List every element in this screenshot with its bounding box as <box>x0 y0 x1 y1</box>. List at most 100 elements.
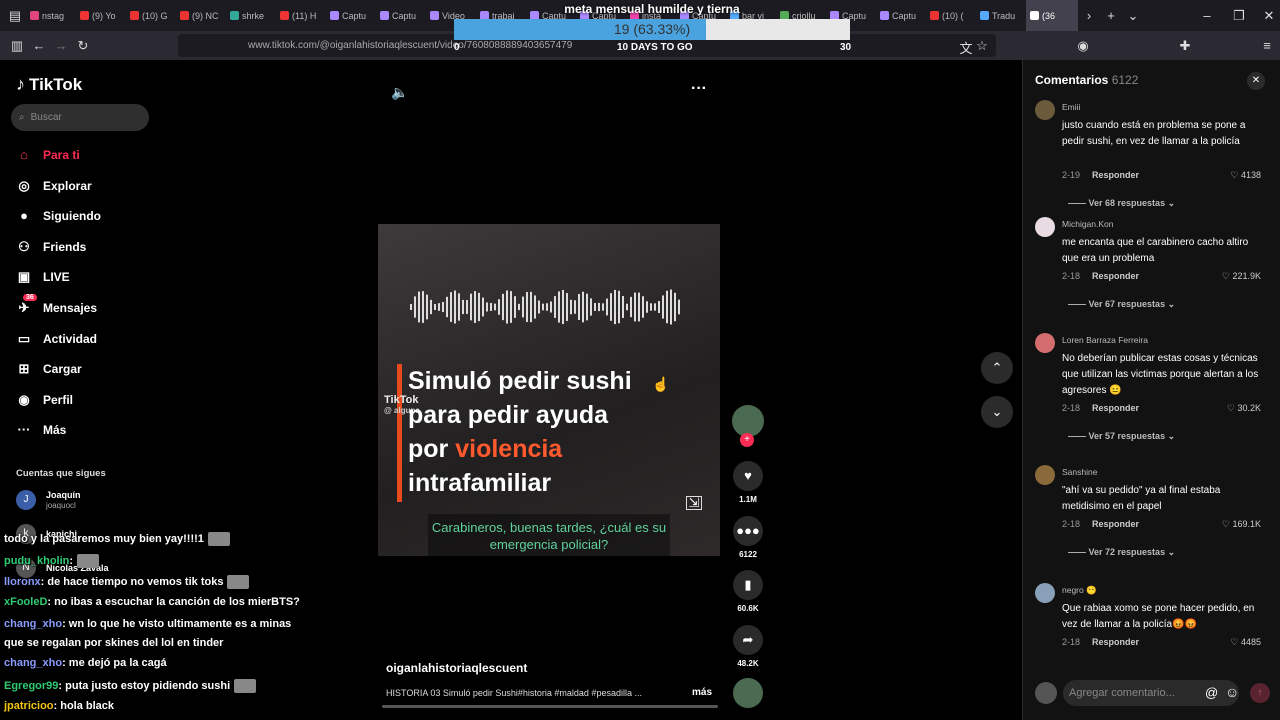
browser-tab[interactable]: Captu <box>326 0 376 31</box>
waveform-bar <box>650 303 652 311</box>
tab-label: Captu <box>342 10 367 21</box>
comment-like-button[interactable]: ♡ 169.1K <box>1222 519 1261 530</box>
tab-list-icon[interactable]: ▤ <box>4 8 26 24</box>
browser-tab[interactable]: (9) NC <box>176 0 226 31</box>
mention-icon[interactable]: @ <box>1205 685 1218 700</box>
browser-tab[interactable]: Tradu <box>976 0 1026 31</box>
follow-plus-icon[interactable]: + <box>740 433 754 447</box>
view-replies-button[interactable]: —— Ver 67 respuestas ⌄ <box>1068 299 1175 310</box>
sidebar-item-perfil[interactable]: ◉ Perfil <box>16 392 73 408</box>
view-replies-button[interactable]: —— Ver 68 respuestas ⌄ <box>1068 198 1175 209</box>
comment-like-button[interactable]: ♡ 4138 <box>1230 170 1261 181</box>
comment-like-button[interactable]: ♡ 30.2K <box>1227 403 1261 414</box>
close-icon[interactable]: ✕ <box>1247 72 1265 90</box>
browser-tab[interactable]: (9) Yo <box>76 0 126 31</box>
video-progress-bar[interactable] <box>382 705 718 708</box>
search-input[interactable]: ⌕ Buscar <box>11 104 149 131</box>
bookmark-star-icon[interactable]: ☆ <box>971 38 993 54</box>
share-button[interactable]: ➦ 48.2K <box>731 625 765 668</box>
chat-username: jpatricioo <box>4 700 54 712</box>
reply-button[interactable]: Responder <box>1092 170 1139 180</box>
view-replies-button[interactable]: —— Ver 57 respuestas ⌄ <box>1068 431 1175 442</box>
sidebar-item-para-ti[interactable]: ⌂ Para ti <box>16 147 80 163</box>
browser-tab[interactable]: Captu <box>376 0 426 31</box>
account-icon[interactable]: ◉ <box>1072 38 1094 54</box>
browser-tab[interactable]: Captu <box>876 0 926 31</box>
emoji-icon[interactable]: ☺ <box>1225 684 1239 700</box>
reply-button[interactable]: Responder <box>1092 637 1139 647</box>
browser-tab[interactable]: (10) G <box>126 0 176 31</box>
tab-scroll-icon[interactable]: › <box>1078 8 1100 23</box>
avatar[interactable] <box>1035 583 1055 603</box>
chat-message: chang_xho: wn lo que he visto ultimament… <box>4 618 291 630</box>
sidebar-toggle-icon[interactable]: ▥ <box>6 38 28 54</box>
comment-button[interactable]: ●●● 6122 <box>731 516 765 559</box>
more-options-icon[interactable]: ··· <box>691 80 707 98</box>
waveform-bar <box>630 296 632 318</box>
volume-icon[interactable]: 🔈 <box>391 84 408 101</box>
reply-button[interactable]: Responder <box>1092 271 1139 281</box>
previous-video-button[interactable]: ⌃ <box>981 352 1013 384</box>
browser-tab[interactable]: shrke <box>226 0 276 31</box>
comment-likes: 4485 <box>1240 637 1261 647</box>
comment-user[interactable]: Sanshine <box>1062 467 1097 477</box>
reply-button[interactable]: Responder <box>1092 519 1139 529</box>
comment-like-button[interactable]: ♡ 221.9K <box>1222 271 1261 282</box>
avatar[interactable] <box>1035 100 1055 120</box>
window-close-icon[interactable]: ✕ <box>1258 8 1280 24</box>
title-accent-bar <box>397 364 402 502</box>
reply-button[interactable]: Responder <box>1092 403 1139 413</box>
new-tab-icon[interactable]: + <box>1100 8 1122 23</box>
sidebar-item-live[interactable]: ▣ LIVE <box>16 269 70 285</box>
forward-icon[interactable]: → <box>50 38 72 53</box>
tab-dropdown-icon[interactable]: ⌄ <box>1122 8 1144 24</box>
chat-text: : de hace tiempo no vemos tik toks <box>40 575 224 588</box>
waveform-bar <box>434 303 436 311</box>
sidebar-item-cargar[interactable]: ⊞ Cargar <box>16 361 82 377</box>
picture-in-picture-icon[interactable]: ⇲ <box>686 496 702 510</box>
tab-favicon-icon <box>930 11 939 20</box>
like-button[interactable]: ♥ 1.1M <box>731 461 765 504</box>
menu-icon[interactable]: ≡ <box>1256 38 1278 53</box>
comment-user[interactable]: Michigan.Kon <box>1062 219 1114 229</box>
comment-like-button[interactable]: ♡ 4485 <box>1230 637 1261 648</box>
browser-tab[interactable]: (11) H <box>276 0 326 31</box>
extensions-icon[interactable]: ✚ <box>1174 38 1196 54</box>
following-account[interactable]: J Joaquín joaquocl <box>16 490 81 510</box>
video-player[interactable]: TikTok @ alguna Simuló pedir sushi para … <box>378 224 720 556</box>
minimize-icon[interactable]: – <box>1196 8 1218 23</box>
video-author[interactable]: oiganlahistoriaqlescuent <box>386 661 527 675</box>
sidebar-item-actividad[interactable]: ▭ Actividad <box>16 331 97 347</box>
browser-tab[interactable]: (36 <box>1026 0 1078 31</box>
waveform-bar <box>634 292 636 322</box>
sidebar-item-mensajes[interactable]: ✈ Mensajes 36 <box>16 294 97 316</box>
sidebar-item-friends[interactable]: ⚇ Friends <box>16 239 86 255</box>
sidebar-item-explorar[interactable]: ◎ Explorar <box>16 178 91 194</box>
tab-favicon-icon <box>230 11 239 20</box>
music-disc[interactable] <box>731 678 765 708</box>
chat-username: lloronx <box>4 575 41 588</box>
author-avatar[interactable]: + <box>731 405 765 447</box>
avatar[interactable] <box>1035 333 1055 353</box>
reload-icon[interactable]: ↻ <box>72 38 94 54</box>
sidebar-item-siguiendo[interactable]: ● Siguiendo <box>16 208 101 224</box>
waveform-bar <box>462 299 464 315</box>
sidebar-item-más[interactable]: ··· Más <box>16 422 67 438</box>
comment-user[interactable]: Emiii <box>1062 102 1080 112</box>
back-icon[interactable]: ← <box>28 38 50 53</box>
comment-user[interactable]: Loren Barraza Ferreira <box>1062 335 1148 345</box>
send-icon[interactable]: ↑ <box>1250 683 1270 703</box>
avatar[interactable] <box>1035 465 1055 485</box>
restore-icon[interactable]: ❐ <box>1228 8 1250 24</box>
next-video-button[interactable]: ⌄ <box>981 396 1013 428</box>
browser-tab[interactable]: nstag <box>26 0 76 31</box>
tiktok-logo[interactable]: ♪ TikTok <box>16 74 82 95</box>
caption-more-link[interactable]: más <box>692 687 712 698</box>
save-button[interactable]: ▮ 60.6K <box>731 570 765 613</box>
chat-message: lloronx: de hace tiempo no vemos tik tok… <box>4 575 250 589</box>
view-replies-button[interactable]: —— Ver 72 respuestas ⌄ <box>1068 547 1175 558</box>
avatar[interactable] <box>1035 217 1055 237</box>
comment-user[interactable]: negro 😶 <box>1062 585 1097 596</box>
browser-tab[interactable]: (10) ( <box>926 0 976 31</box>
waveform-bar <box>450 292 452 322</box>
